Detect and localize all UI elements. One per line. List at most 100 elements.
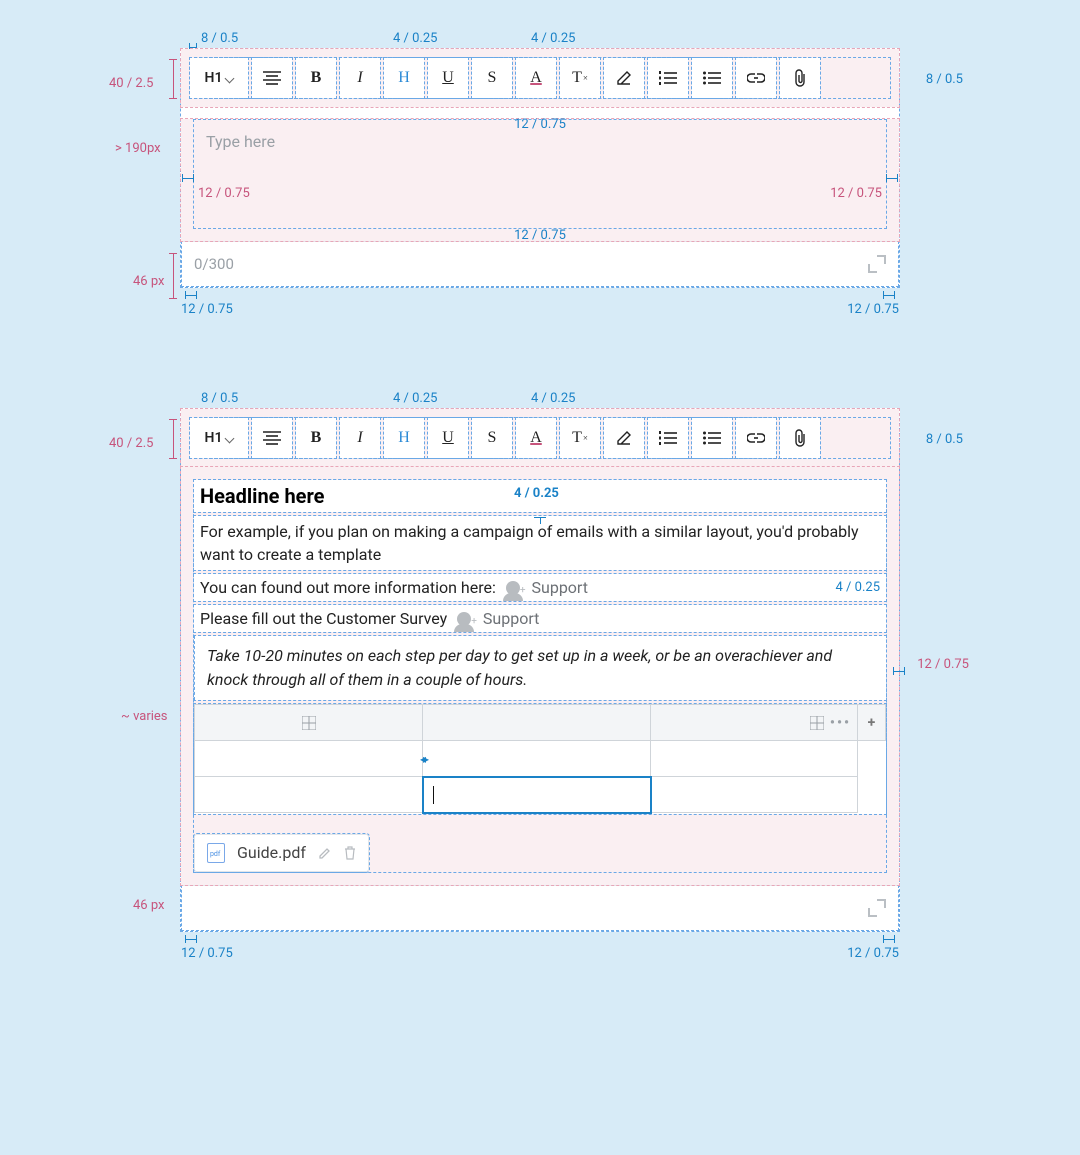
spec-body-right-pad: 12 / 0.75	[830, 186, 882, 201]
chevron-down-icon-2	[226, 430, 233, 446]
align-button[interactable]	[252, 58, 292, 98]
font-color-char-2: A	[530, 429, 542, 447]
spec-gap-4-b-2: 4 / 0.25	[531, 391, 575, 406]
strike-button-2[interactable]: S	[472, 418, 512, 458]
heading-dropdown-button-2[interactable]: H1	[190, 418, 248, 458]
edit-button[interactable]	[604, 58, 644, 98]
table-cell-r1c3[interactable]	[651, 741, 858, 777]
content-stack: Headline here 4 / 0.25 For example, if y…	[193, 479, 887, 873]
italic-button[interactable]: I	[340, 58, 380, 98]
font-color-button[interactable]: A	[516, 58, 556, 98]
survey-text: Please fill out the Customer Survey	[200, 609, 447, 628]
spec-toolbar-height: 40 / 2.5	[109, 76, 153, 91]
table-cell-r1c2[interactable]: ◂▸	[423, 741, 651, 777]
survey-link-row[interactable]: Please fill out the Customer Survey +Sup…	[194, 605, 886, 632]
rte-textarea[interactable]: Type here 12 / 0.75 12 / 0.75	[193, 119, 887, 229]
bold-button[interactable]: B	[296, 58, 336, 98]
info-link-row[interactable]: You can found out more information here:…	[194, 574, 886, 601]
table-header-1[interactable]	[195, 705, 423, 741]
underline-button[interactable]: U	[428, 58, 468, 98]
bullet-list-button-2[interactable]	[692, 418, 732, 458]
table-block[interactable]: ••• + ◂▸	[194, 704, 886, 814]
clear-char: T	[572, 69, 582, 87]
pencil-icon	[616, 70, 632, 86]
spec-gap-4-a-2: 4 / 0.25	[393, 391, 437, 406]
table-cell-r2c3[interactable]	[651, 777, 858, 813]
spec-block-gap: 4 / 0.25	[514, 486, 559, 501]
more-dots-icon[interactable]: •••	[830, 715, 851, 731]
attachment-button[interactable]	[780, 58, 820, 98]
column-resize-handle[interactable]: ◂▸	[420, 752, 426, 766]
clear-sub: ×	[583, 73, 588, 83]
align-center-icon	[263, 71, 281, 85]
link-button-2[interactable]	[736, 418, 776, 458]
body-padding-area: 12 / 0.75 Type here 12 / 0.75 12 / 0.75 …	[181, 119, 899, 241]
ordered-list-button-2[interactable]	[648, 418, 688, 458]
rte-footer-2	[181, 885, 899, 931]
attachment-button-2[interactable]	[780, 418, 820, 458]
heading-label: H1	[205, 70, 223, 86]
table-cell-r2c4[interactable]	[858, 777, 886, 813]
support-tag-2[interactable]: +Support	[457, 609, 539, 628]
spec-gap-4-b: 4 / 0.25	[531, 31, 575, 46]
spec-gap-4-a: 4 / 0.25	[393, 31, 437, 46]
headline-block[interactable]: Headline here 4 / 0.25	[194, 480, 886, 512]
table-header-3[interactable]: •••	[651, 705, 858, 741]
pencil-icon-2	[616, 430, 632, 446]
spec-pad-8-tl-2: 8 / 0.5	[201, 391, 238, 406]
bold-button-2[interactable]: B	[296, 418, 336, 458]
underline-button-2[interactable]: U	[428, 418, 468, 458]
support-label: Support	[532, 578, 588, 597]
spec-body-left-pad: 12 / 0.75	[198, 186, 250, 201]
bullet-list-icon	[703, 71, 721, 85]
bullet-list-icon-2	[703, 431, 721, 445]
spec-body-min: > 190px	[115, 141, 161, 156]
paragraph-block[interactable]: For example, if you plan on making a cam…	[194, 516, 886, 570]
strike-button[interactable]: S	[472, 58, 512, 98]
link-icon-2	[747, 433, 765, 443]
bullet-list-button[interactable]	[692, 58, 732, 98]
ordered-list-button[interactable]	[648, 58, 688, 98]
rte-footer: 0/300	[181, 241, 899, 287]
spec-footer-right-pad: 12 / 0.75	[847, 302, 899, 317]
toolbar-padding-area: H1 B I H U S A T×	[181, 49, 899, 107]
table-cell-r1c1[interactable]	[195, 741, 423, 777]
spec-body-varies: ~ varies	[121, 709, 168, 724]
italic-button-2[interactable]: I	[340, 418, 380, 458]
clear-format-button[interactable]: T×	[560, 58, 600, 98]
font-color-button-2[interactable]: A	[516, 418, 556, 458]
align-button-2[interactable]	[252, 418, 292, 458]
ordered-list-icon	[659, 71, 677, 85]
highlight-h-button-2[interactable]: H	[384, 418, 424, 458]
highlight-h-button[interactable]: H	[384, 58, 424, 98]
spec-footer-h-2: 46 px	[133, 898, 165, 913]
expand-icon[interactable]	[868, 255, 886, 273]
add-column-button[interactable]: +	[858, 705, 886, 741]
link-icon	[747, 73, 765, 83]
expand-icon-2[interactable]	[868, 899, 886, 917]
content-padding-area: 12 / 0.75 Headline here 4 / 0.25 For exa…	[181, 467, 899, 885]
plus-mini-icon-2: +	[471, 616, 477, 627]
table-header-2[interactable]	[423, 705, 651, 741]
attachment-delete-button[interactable]	[344, 846, 356, 860]
link-button[interactable]	[736, 58, 776, 98]
spec-pad-8-r-2: 8 / 0.5	[926, 432, 963, 447]
clear-format-button-2[interactable]: T×	[560, 418, 600, 458]
toolbar-2: H1 B IHU S A T×	[189, 417, 891, 459]
heading-dropdown-button[interactable]: H1	[190, 58, 248, 98]
table-cell-r2c1[interactable]	[195, 777, 423, 813]
grid-icon-2	[810, 716, 824, 730]
attachment-row: Guide.pdf	[194, 818, 886, 872]
spec-footer-right-pad-2: 12 / 0.75	[847, 946, 899, 961]
table-cell-r1c4[interactable]	[858, 741, 886, 777]
rte-spec-empty: 40 / 2.5 > 190px 46 px 8 / 0.5 4 / 0.25 …	[180, 48, 900, 288]
blockquote[interactable]: Take 10-20 minutes on each step per day …	[194, 636, 886, 700]
info-text: You can found out more information here:	[200, 578, 496, 597]
spec-content-right-pad: 12 / 0.75	[917, 657, 969, 672]
edit-button-2[interactable]	[604, 418, 644, 458]
toolbar-padding-area-2: H1 B IHU S A T×	[181, 409, 899, 467]
support-tag[interactable]: +Support	[506, 578, 588, 597]
attachment-chip[interactable]: Guide.pdf	[194, 834, 369, 872]
table-cell-active[interactable]	[423, 777, 651, 813]
attachment-edit-button[interactable]	[318, 846, 332, 860]
